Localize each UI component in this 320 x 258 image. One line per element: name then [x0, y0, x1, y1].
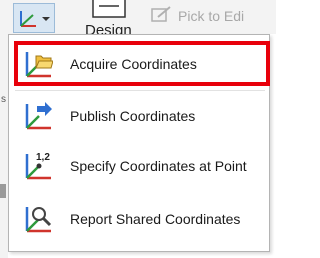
- left-panel-edge: s: [0, 34, 8, 258]
- coordinates-split-button[interactable]: [13, 3, 55, 33]
- chevron-down-icon[interactable]: [42, 17, 50, 21]
- design-label[interactable]: Design: [85, 20, 132, 34]
- report-coordinates-icon: [25, 207, 52, 233]
- pick-to-edit-label: Pick to Edi: [178, 8, 245, 24]
- publish-coordinates-icon: [25, 102, 52, 130]
- acquire-coordinates-icon: [25, 52, 53, 78]
- menu-item-label: Specify Coordinates at Point: [70, 158, 247, 174]
- coordinates-icon: [20, 11, 36, 27]
- pick-to-edit-icon: [151, 6, 171, 22]
- menu-item-specify-coordinates-at-point[interactable]: 1,2 Specify Coordinates at Point: [15, 144, 271, 188]
- menu-item-label: Acquire Coordinates: [70, 56, 197, 72]
- panel-scroll-edge: [0, 184, 6, 198]
- coordinate-badge-text: 1,2: [36, 152, 50, 163]
- left-stub-text: s: [1, 94, 6, 105]
- menu-item-report-shared-coordinates[interactable]: Report Shared Coordinates: [15, 197, 271, 241]
- menu-divider: [15, 90, 265, 91]
- design-options-icon[interactable]: [92, 0, 126, 18]
- menu-item-publish-coordinates[interactable]: Publish Coordinates: [15, 94, 271, 138]
- menu-item-label: Publish Coordinates: [70, 108, 196, 124]
- specify-coordinates-icon: 1,2: [25, 152, 51, 180]
- coordinates-dropdown-menu: Acquire Coordinates Publish Coordinates …: [8, 34, 270, 252]
- ribbon: Design Pick to Edi: [0, 0, 276, 34]
- menu-item-label: Report Shared Coordinates: [70, 211, 241, 227]
- menu-item-acquire-coordinates[interactable]: Acquire Coordinates: [15, 42, 271, 86]
